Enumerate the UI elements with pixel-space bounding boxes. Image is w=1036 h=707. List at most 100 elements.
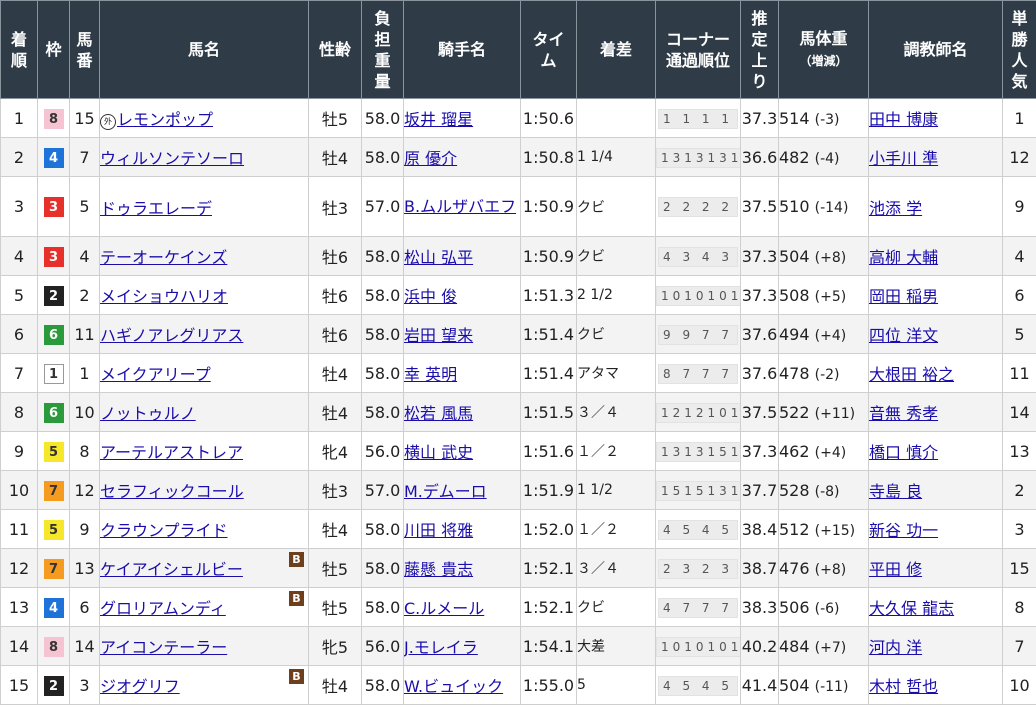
header-sex-age[interactable]: 性齢 [308, 0, 362, 99]
header-rank[interactable]: 着順 [0, 0, 38, 99]
jockey-link[interactable]: 原 優介 [405, 149, 458, 168]
trainer-link[interactable]: 寺島 良 [870, 482, 923, 501]
corner-positions: 9 9 7 7 [658, 324, 738, 345]
last-3f-cell: 37.3 [740, 431, 779, 471]
popularity-cell: 1 [1002, 98, 1036, 138]
horse-cell: クラウンプライド [99, 509, 309, 549]
jockey-link[interactable]: 松若 風馬 [405, 404, 474, 423]
trainer-link[interactable]: 田中 博康 [870, 110, 939, 129]
trainer-link[interactable]: 大久保 龍志 [870, 599, 955, 618]
waku-cell: 8 [37, 626, 70, 666]
header-weight-carried[interactable]: 負担重量 [361, 0, 404, 99]
horse-name-link[interactable]: アイコンテーラー [101, 638, 228, 657]
table-row: 15 2 3 ジオグリフ B 牡4 58.0 W.ビュイック 1:55.0 5 4 5 4 5 41.… [0, 665, 1036, 705]
horse-name-link[interactable]: クラウンプライド [101, 521, 228, 540]
rank-cell: 5 [0, 275, 38, 315]
jockey-link[interactable]: 浜中 俊 [405, 287, 458, 306]
waku-badge: 6 [43, 402, 64, 423]
jockey-link[interactable]: 岩田 望来 [405, 326, 474, 345]
trainer-link[interactable]: 岡田 稲男 [870, 287, 939, 306]
rank-cell: 15 [0, 665, 38, 705]
horse-name-link[interactable]: ジオグリフ [101, 677, 180, 696]
trainer-link[interactable]: 木村 哲也 [870, 677, 939, 696]
horse-name-link[interactable]: セラフィックコール [101, 482, 244, 501]
jockey-cell: 松山 弘平 [403, 236, 521, 276]
corner-cell: 4 5 4 5 [655, 509, 741, 549]
horse-name-link[interactable]: ウィルソンテソーロ [101, 149, 245, 168]
popularity-cell: 5 [1002, 314, 1036, 354]
corner-cell: 1 1 1 1 [655, 98, 741, 138]
sex-age-cell: 牡3 [308, 176, 362, 237]
rank-cell: 11 [0, 509, 38, 549]
time-cell: 1:50.9 [520, 176, 577, 237]
jockey-link[interactable]: W.ビュイック [405, 677, 504, 696]
header-jockey[interactable]: 騎手名 [403, 0, 521, 99]
jockey-link[interactable]: 藤懸 貴志 [405, 560, 474, 579]
header-margin[interactable]: 着差 [576, 0, 656, 99]
horse-name-link[interactable]: ノットゥルノ [101, 404, 196, 423]
header-popularity[interactable]: 単勝人気 [1002, 0, 1036, 99]
trainer-link[interactable]: 四位 洋文 [870, 326, 939, 345]
trainer-link[interactable]: 新谷 功一 [870, 521, 939, 540]
header-umaban[interactable]: 馬番 [69, 0, 100, 99]
jockey-link[interactable]: C.ルメール [405, 599, 485, 618]
horse-cell: グロリアムンディ B [99, 587, 309, 627]
jockey-link[interactable]: 横山 武史 [405, 443, 474, 462]
sex-age-cell: 牝4 [308, 431, 362, 471]
table-row: 247ウィルソンテソーロ 牡458.0原 優介 1:50.81 1/41313131… [0, 137, 1036, 177]
jockey-link[interactable]: M.デムーロ [405, 482, 487, 501]
corner-positions: 10101011 [656, 636, 740, 657]
horse-name-link[interactable]: メイショウハリオ [101, 287, 229, 306]
horse-name-link[interactable]: メイクアリープ [101, 365, 211, 384]
jockey-link[interactable]: 川田 将雅 [405, 521, 474, 540]
jockey-cell: J.モレイラ [403, 626, 521, 666]
horse-name-link[interactable]: ケイアイシェルビー [101, 560, 243, 579]
jockey-link[interactable]: 坂井 瑠星 [405, 110, 474, 129]
header-trainer[interactable]: 調教師名 [868, 0, 1003, 99]
jockey-cell: 松若 風馬 [403, 392, 521, 432]
jockey-link[interactable]: 幸 英明 [405, 365, 458, 384]
horse-cell: テーオーケインズ [99, 236, 309, 276]
header-last-3f[interactable]: 推定上り [740, 0, 779, 99]
header-horse-name[interactable]: 馬名 [99, 0, 309, 99]
jockey-cell: 川田 将雅 [403, 509, 521, 549]
jockey-link[interactable]: B.ムルザバエフ [405, 194, 520, 220]
jockey-link[interactable]: 松山 弘平 [405, 248, 474, 267]
trainer-link[interactable]: 高柳 大輔 [870, 248, 939, 267]
horse-name-link[interactable]: レモンポップ [117, 110, 213, 129]
header-time[interactable]: タイム [520, 0, 577, 99]
horse-name-link[interactable]: テーオーケインズ [101, 248, 228, 267]
waku-badge: 3 [43, 197, 64, 217]
body-weight-value: 462 [779, 441, 810, 461]
corner-positions: 12121011 [656, 402, 740, 423]
waku-cell: 7 [37, 470, 70, 510]
body-weight-value: 512 [779, 519, 810, 539]
body-weight-value: 484 [779, 636, 810, 656]
header-body-weight[interactable]: 馬体重 （増減） [778, 0, 869, 99]
horse-name-link[interactable]: ドゥラエレーデ [101, 199, 213, 218]
popularity-cell: 4 [1002, 236, 1036, 276]
body-weight-diff: (-11) [814, 678, 849, 695]
trainer-link[interactable]: 河内 洋 [870, 638, 923, 657]
horse-name-link[interactable]: グロリアムンディ [101, 599, 226, 618]
trainer-link[interactable]: 池添 学 [870, 199, 923, 218]
trainer-link[interactable]: 大根田 裕之 [870, 365, 955, 384]
trainer-link[interactable]: 小手川 準 [870, 149, 939, 168]
horse-name-link[interactable]: ハギノアレグリアス [101, 326, 244, 345]
corner-cell: 10101011 [655, 626, 741, 666]
trainer-link[interactable]: 橋口 慎介 [870, 443, 939, 462]
horse-name-link[interactable]: アーテルアストレア [101, 443, 244, 462]
sex-age-cell: 牡5 [308, 548, 362, 588]
body-weight-cell: 528 (-8) [778, 470, 869, 510]
horse-cell: セラフィックコール [99, 470, 309, 510]
jockey-link[interactable]: J.モレイラ [405, 638, 478, 657]
corner-cell: 15151313 [655, 470, 741, 510]
weight-carried-cell: 58.0 [361, 665, 404, 705]
trainer-link[interactable]: 音無 秀孝 [870, 404, 939, 423]
trainer-link[interactable]: 平田 修 [870, 560, 923, 579]
header-waku[interactable]: 枠 [37, 0, 70, 99]
waku-badge: 6 [43, 324, 64, 345]
table-row: 7 1 1 メイクアリープ 牡4 58.0 幸 英明 1:51.4 アタマ 8 7 7 7 37.6… [0, 353, 1036, 393]
umaban-cell: 1 [69, 353, 100, 393]
header-corner-positions[interactable]: コーナー 通過順位 [655, 0, 741, 99]
